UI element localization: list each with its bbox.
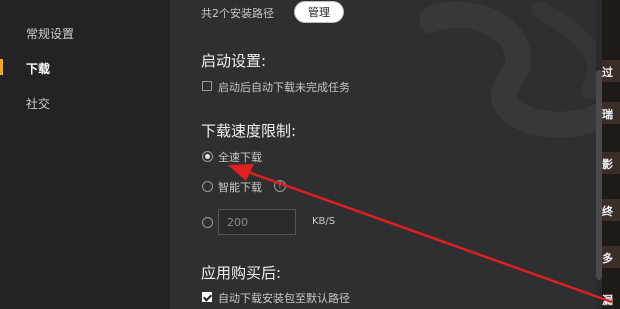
- startup-settings-heading: 启动设置:: [201, 52, 267, 70]
- full-speed-radio[interactable]: [202, 151, 213, 162]
- panel-glyph: 多: [602, 252, 613, 265]
- custom-speed-input[interactable]: [218, 209, 296, 235]
- help-icon[interactable]: ?: [274, 180, 286, 192]
- panel-glyph: 瑞: [602, 108, 613, 121]
- speed-unit-label: KB/S: [312, 216, 336, 227]
- background-app-panel: 过 瑞 影 终 多 漏: [602, 0, 620, 309]
- full-speed-label[interactable]: 全速下载: [218, 149, 262, 165]
- panel-glyph: 漏: [602, 294, 613, 307]
- auto-download-package-checkbox[interactable]: [202, 292, 212, 302]
- sidebar-item-general[interactable]: 常规设置: [26, 25, 74, 42]
- panel-glyph: 过: [602, 66, 613, 79]
- after-purchase-heading: 应用购买后:: [201, 264, 282, 282]
- settings-content: 共2个安装路径 管理 启动设置: 启动后自动下载未完成任务 下载速度限制: 全速…: [170, 0, 602, 309]
- custom-speed-radio[interactable]: [202, 217, 213, 228]
- install-path-count: 共2个安装路径: [201, 7, 274, 20]
- active-nav-indicator: [0, 59, 3, 75]
- auto-resume-label[interactable]: 启动后自动下载未完成任务: [218, 79, 350, 95]
- panel-glyph: 终: [602, 205, 613, 218]
- smart-download-radio[interactable]: [202, 181, 213, 192]
- background-decoration: [420, 1, 602, 138]
- manage-paths-button[interactable]: 管理: [294, 1, 344, 23]
- speed-limit-heading: 下载速度限制:: [201, 122, 297, 140]
- auto-download-package-label[interactable]: 自动下载安装包至默认路径: [218, 290, 350, 306]
- smart-download-label[interactable]: 智能下载: [218, 179, 262, 195]
- sidebar-item-download[interactable]: 下载: [26, 60, 50, 77]
- sidebar-item-social[interactable]: 社交: [26, 95, 50, 112]
- settings-sidebar: 常规设置 下载 社交: [0, 0, 170, 309]
- auto-resume-checkbox[interactable]: [202, 81, 212, 91]
- panel-glyph: 影: [602, 158, 613, 171]
